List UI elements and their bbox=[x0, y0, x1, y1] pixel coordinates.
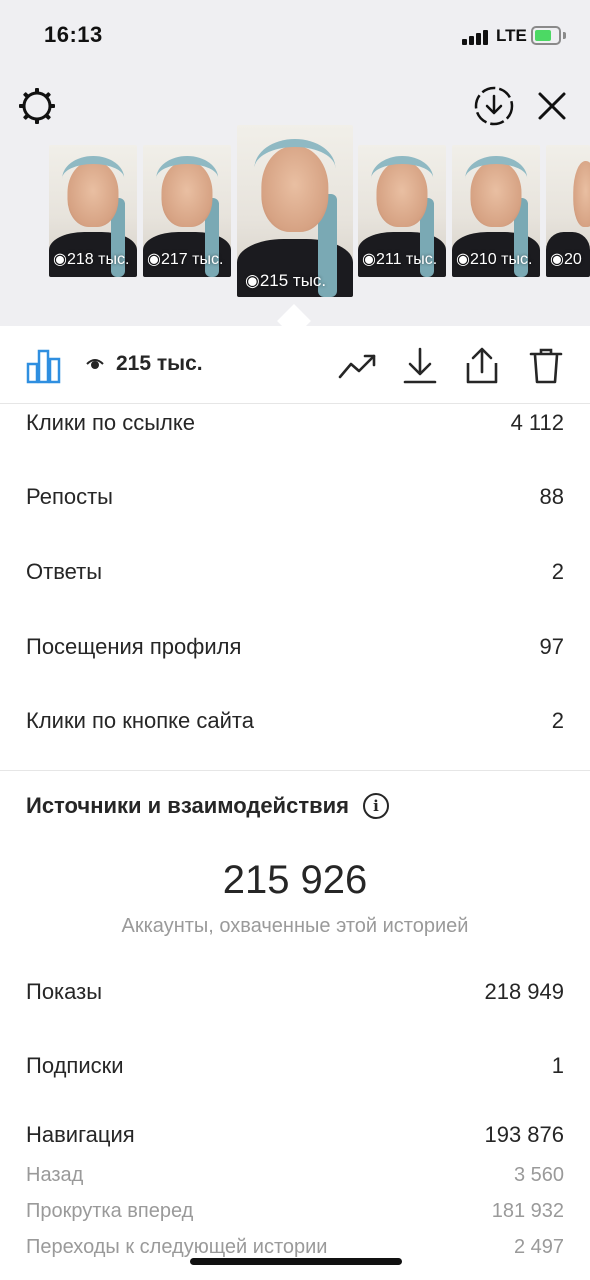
views-count: 215 тыс. bbox=[116, 352, 203, 375]
stat-label: Репосты bbox=[26, 484, 113, 509]
story-thumbnail[interactable]: ◉210 тыс. bbox=[452, 145, 540, 277]
stat-value: 97 bbox=[539, 634, 564, 659]
stat-label: Переходы к следующей истории bbox=[26, 1235, 328, 1258]
download-icon[interactable] bbox=[398, 344, 442, 388]
stat-label: Посещения профиля bbox=[26, 634, 242, 659]
thumbnail-views: ◉218 тыс. bbox=[53, 251, 130, 268]
stat-value: 1 bbox=[551, 1053, 564, 1078]
thumbnail-views: ◉210 тыс. bbox=[456, 251, 533, 268]
stat-row-shares: Репосты 88 bbox=[26, 481, 564, 513]
story-thumbnail[interactable]: ◉20 bbox=[546, 145, 590, 277]
stat-label: Клики по кнопке сайта bbox=[26, 708, 254, 733]
stat-label: Показы bbox=[26, 979, 103, 1004]
thumbnail-views: ◉217 тыс. bbox=[147, 251, 224, 268]
eye-icon: ◉ bbox=[53, 251, 67, 268]
status-time: 16:13 bbox=[44, 22, 103, 47]
stat-row-impressions: Показы 218 949 bbox=[26, 976, 564, 1008]
story-view-count: 215 тыс. bbox=[86, 352, 203, 376]
stat-label: Прокрутка вперед bbox=[26, 1199, 194, 1222]
section-divider bbox=[0, 770, 590, 771]
stat-label: Навигация bbox=[26, 1122, 135, 1147]
stat-row-next-story: Переходы к следующей истории 2 497 bbox=[26, 1233, 564, 1261]
story-thumbnails: ◉218 тыс. ◉217 тыс. ◉215 тыс. ◉211 тыс. … bbox=[0, 125, 590, 300]
stat-row-replies: Ответы 2 bbox=[26, 556, 564, 588]
reach-label: Аккаунты, охваченные этой историей bbox=[121, 915, 469, 937]
stat-value: 4 112 bbox=[510, 410, 564, 435]
eye-icon: ◉ bbox=[147, 251, 161, 268]
trend-icon[interactable] bbox=[336, 344, 380, 388]
home-indicator[interactable] bbox=[190, 1258, 402, 1265]
bar-chart-icon[interactable] bbox=[22, 344, 66, 388]
stat-value: 3 560 bbox=[513, 1163, 564, 1186]
settings-icon[interactable] bbox=[15, 84, 59, 128]
story-thumbnail[interactable]: ◉218 тыс. bbox=[49, 145, 137, 277]
stat-value: 181 932 bbox=[491, 1199, 564, 1222]
stat-label: Клики по ссылке bbox=[26, 410, 195, 435]
stat-value: 88 bbox=[539, 484, 564, 509]
stat-value: 2 bbox=[551, 559, 564, 584]
section-title-text: Источники и взаимодействия bbox=[26, 793, 349, 818]
stat-row-follows: Подписки 1 bbox=[26, 1050, 564, 1082]
info-icon[interactable]: i bbox=[362, 793, 389, 819]
eye-icon: ◉ bbox=[362, 251, 376, 268]
stat-row-navigation: Навигация 193 876 bbox=[26, 1119, 564, 1151]
story-header: 16:13 LTE ◉218 тыс. ◉217 тыс. ◉215 тыс. … bbox=[0, 0, 590, 326]
story-thumbnail[interactable]: ◉217 тыс. bbox=[143, 145, 231, 277]
download-circle-icon[interactable] bbox=[472, 84, 516, 128]
stat-row-profile-visits: Посещения профиля 97 bbox=[26, 631, 564, 663]
stat-row-website-clicks: Клики по кнопке сайта 2 bbox=[26, 705, 564, 737]
story-thumbnail-active[interactable]: ◉215 тыс. bbox=[237, 125, 353, 297]
thumbnail-views: ◉211 тыс. bbox=[362, 251, 438, 268]
stat-value: 218 949 bbox=[484, 979, 564, 1004]
stat-row-forward: Прокрутка вперед 181 932 bbox=[26, 1197, 564, 1225]
thumbnail-views: ◉20 bbox=[550, 251, 582, 268]
eye-icon: ◉ bbox=[456, 251, 470, 268]
eye-icon bbox=[86, 359, 104, 369]
battery-cap bbox=[563, 32, 566, 39]
battery-icon bbox=[531, 26, 561, 45]
stat-label: Подписки bbox=[26, 1053, 124, 1078]
stat-label: Назад bbox=[26, 1163, 84, 1186]
close-icon[interactable] bbox=[530, 84, 574, 128]
stat-label: Ответы bbox=[26, 559, 103, 584]
eye-icon: ◉ bbox=[245, 271, 260, 290]
trash-icon[interactable] bbox=[524, 344, 568, 388]
stat-value: 2 bbox=[551, 708, 564, 733]
stat-value: 2 497 bbox=[513, 1235, 564, 1258]
story-toolbar: 215 тыс. bbox=[0, 326, 590, 404]
stat-row-back: Назад 3 560 bbox=[26, 1161, 564, 1189]
status-bar: 16:13 LTE bbox=[0, 0, 590, 70]
stat-row-link-clicks: Клики по ссылке 4 112 bbox=[26, 407, 564, 439]
story-thumbnail[interactable]: ◉211 тыс. bbox=[358, 145, 446, 277]
stat-value: 193 876 bbox=[484, 1122, 564, 1147]
thumbnail-views: ◉215 тыс. bbox=[245, 271, 327, 290]
discovery-section-title: Источники и взаимодействия i bbox=[26, 793, 389, 819]
share-icon[interactable] bbox=[460, 344, 504, 388]
signal-icon bbox=[462, 29, 490, 45]
eye-icon: ◉ bbox=[550, 251, 564, 268]
reach-count: 215 926 bbox=[222, 858, 368, 902]
network-label: LTE bbox=[496, 26, 527, 45]
